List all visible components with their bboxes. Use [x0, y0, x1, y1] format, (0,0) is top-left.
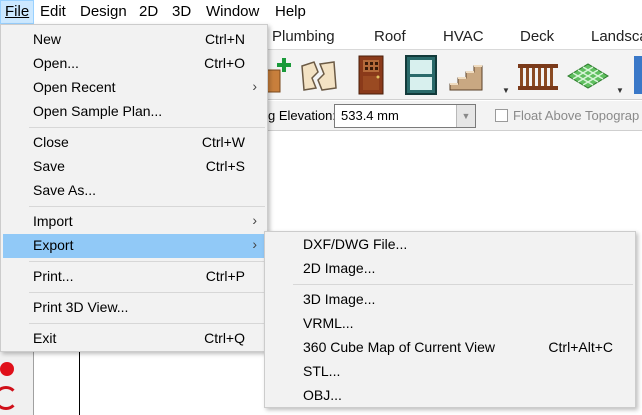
- elevation-bar: g Elevation: 533.4 mm ▼ Float Above Topo…: [268, 101, 642, 131]
- export-item-2d-image[interactable]: 2D Image...: [267, 257, 633, 281]
- export-item-vrml[interactable]: VRML...: [267, 312, 633, 336]
- menu-file[interactable]: File: [0, 0, 35, 24]
- menu-item-exit[interactable]: Exit Ctrl+Q: [3, 327, 265, 351]
- broken-wall-icon[interactable]: [298, 54, 340, 96]
- terrain-icon[interactable]: [566, 54, 609, 96]
- category-tab-strip: Plumbing Roof HVAC Deck Landsca: [268, 24, 642, 50]
- menu-item-label: Open Recent: [33, 79, 116, 95]
- chevron-right-icon: ›: [252, 236, 257, 252]
- chevron-right-icon: ›: [252, 212, 257, 228]
- menu-item-label: Save As...: [33, 182, 97, 198]
- menu-item-shortcut: Ctrl+O: [204, 55, 245, 71]
- tab-landscape[interactable]: Landsca: [591, 24, 642, 50]
- menu-separator: [29, 127, 265, 128]
- menu-separator: [29, 261, 265, 262]
- menu-item-label: VRML...: [303, 315, 354, 331]
- export-item-dxf-dwg[interactable]: DXF/DWG File...: [267, 233, 633, 257]
- menu-item-open-sample-plan[interactable]: Open Sample Plan...: [3, 100, 265, 124]
- menu-item-print-3d-view[interactable]: Print 3D View...: [3, 296, 265, 320]
- menu-item-label: Save: [33, 158, 65, 174]
- menu-item-label: Open Sample Plan...: [33, 103, 163, 119]
- float-above-checkbox[interactable]: [495, 109, 508, 122]
- export-item-obj[interactable]: OBJ...: [267, 384, 633, 408]
- menu-item-label: Print 3D View...: [33, 299, 129, 315]
- menu-separator: [29, 323, 265, 324]
- menu-item-label: 2D Image...: [303, 260, 376, 276]
- file-menu: New Ctrl+N Open... Ctrl+O Open Recent › …: [0, 24, 268, 352]
- menu-item-shortcut: Ctrl+W: [201, 134, 245, 150]
- menu-item-label: New: [33, 31, 62, 47]
- tab-deck[interactable]: Deck: [520, 24, 554, 50]
- export-item-3d-image[interactable]: 3D Image...: [267, 288, 633, 312]
- menu-item-import[interactable]: Import ›: [3, 210, 265, 234]
- menu-item-save-as[interactable]: Save As...: [3, 179, 265, 203]
- menu-edit[interactable]: Edit: [36, 0, 70, 24]
- menu-separator: [29, 292, 265, 293]
- menu-window-label: Window: [206, 3, 260, 20]
- terrain-dropdown-icon[interactable]: ▼: [616, 86, 624, 95]
- export-item-360-cube-map[interactable]: 360 Cube Map of Current View Ctrl+Alt+C: [267, 336, 633, 360]
- menu-bar: File Edit Design 2D 3D Window Help: [0, 0, 642, 24]
- menu-item-print[interactable]: Print... Ctrl+P: [3, 265, 265, 289]
- float-above-label: Float Above Topograp: [513, 108, 640, 123]
- build-toolbar: ▼ ▼: [265, 50, 642, 100]
- menu-item-shortcut: Ctrl+S: [205, 158, 245, 174]
- menu-design[interactable]: Design: [76, 0, 131, 24]
- stairs-icon[interactable]: [446, 54, 488, 96]
- menu-item-label: Open...: [33, 55, 79, 71]
- tab-plumbing[interactable]: Plumbing: [272, 24, 335, 50]
- tab-roof[interactable]: Roof: [374, 24, 406, 50]
- menu-3d[interactable]: 3D: [168, 0, 195, 24]
- menu-item-label: DXF/DWG File...: [303, 236, 408, 252]
- menu-help[interactable]: Help: [271, 0, 310, 24]
- door-icon[interactable]: [350, 54, 392, 96]
- menu-item-label: Print...: [33, 268, 74, 284]
- menu-item-new[interactable]: New Ctrl+N: [3, 28, 265, 52]
- menu-item-label: Exit: [33, 330, 57, 346]
- elevation-dropdown-icon[interactable]: ▼: [456, 105, 475, 127]
- export-item-stl[interactable]: STL...: [267, 360, 633, 384]
- menu-window[interactable]: Window: [202, 0, 263, 24]
- record-icon[interactable]: [0, 362, 14, 376]
- menu-item-close[interactable]: Close Ctrl+W: [3, 131, 265, 155]
- menu-item-export[interactable]: Export ›: [3, 234, 265, 258]
- menu-item-label: OBJ...: [303, 387, 342, 403]
- menu-3d-label: 3D: [172, 3, 192, 20]
- chevron-right-icon: ›: [252, 78, 257, 94]
- tab-hvac[interactable]: HVAC: [443, 24, 484, 50]
- menu-item-shortcut: Ctrl+P: [205, 268, 245, 284]
- toolbar-overflow-icon[interactable]: [634, 56, 642, 94]
- menu-edit-label: Edit: [40, 3, 66, 20]
- menu-item-label: STL...: [303, 363, 341, 379]
- menu-item-save[interactable]: Save Ctrl+S: [3, 155, 265, 179]
- menu-item-shortcut: Ctrl+N: [204, 31, 245, 47]
- window-icon[interactable]: [400, 54, 442, 96]
- elevation-label: g Elevation:: [268, 108, 336, 123]
- menu-item-label: Close: [33, 134, 69, 150]
- menu-item-open-recent[interactable]: Open Recent ›: [3, 76, 265, 100]
- menu-separator: [293, 284, 633, 285]
- menu-item-shortcut: Ctrl+Alt+C: [548, 339, 613, 355]
- menu-item-shortcut: Ctrl+Q: [204, 330, 245, 346]
- plan-wall-line: [79, 350, 80, 415]
- menu-item-label: Import: [33, 213, 73, 229]
- menu-2d[interactable]: 2D: [135, 0, 162, 24]
- menu-design-label: Design: [80, 3, 127, 20]
- elevation-input[interactable]: 533.4 mm: [334, 104, 476, 128]
- menu-separator: [29, 206, 265, 207]
- menu-item-label: 360 Cube Map of Current View: [303, 339, 495, 355]
- stairs-dropdown-icon[interactable]: ▼: [502, 86, 510, 95]
- menu-item-label: Export: [33, 237, 74, 253]
- menu-file-label: File: [5, 3, 30, 20]
- menu-2d-label: 2D: [139, 3, 159, 20]
- menu-item-open[interactable]: Open... Ctrl+O: [3, 52, 265, 76]
- menu-item-label: 3D Image...: [303, 291, 376, 307]
- menu-help-label: Help: [275, 3, 306, 20]
- export-submenu: DXF/DWG File... 2D Image... 3D Image... …: [264, 231, 636, 408]
- railing-icon[interactable]: [516, 54, 558, 96]
